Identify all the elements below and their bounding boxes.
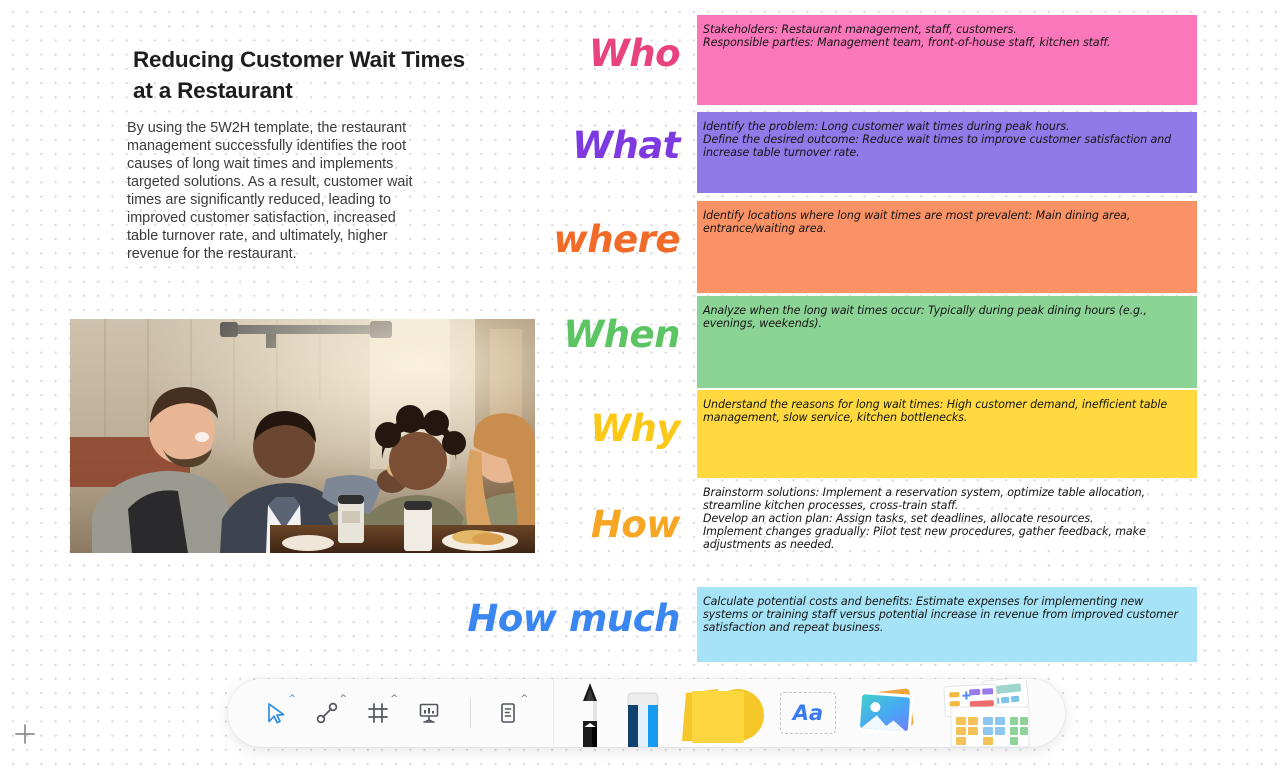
sticky-note-icon: [682, 689, 764, 743]
image-icon: [857, 688, 914, 735]
pencil-tool[interactable]: [570, 679, 610, 747]
document-icon: [501, 703, 515, 723]
intro-paragraph: By using the 5W2H template, the restaura…: [127, 120, 413, 262]
card-text-who: Stakeholders: Restaurant management, sta…: [703, 23, 1111, 50]
text-tool-box[interactable]: Aa: [780, 692, 836, 734]
plus-icon: [15, 724, 35, 744]
card-where[interactable]: Identify locations where long wait times…: [697, 201, 1197, 293]
label-who: Who: [588, 32, 681, 75]
whiteboard-toolbar: ^ ^ ^ ^ Aa: [228, 679, 1065, 747]
card-text-how: Brainstorm solutions: Implement a reserv…: [703, 486, 1146, 552]
select-tool-chevron-icon[interactable]: ^: [288, 695, 296, 704]
card-text-when: Analyze when the long wait times occur: …: [703, 304, 1147, 331]
connector-tool-chevron-icon[interactable]: ^: [339, 695, 347, 704]
text-tool-label: Aa: [792, 701, 824, 725]
card-who[interactable]: Stakeholders: Restaurant management, sta…: [697, 15, 1197, 105]
connector-icon: [316, 702, 338, 724]
document-tool[interactable]: ^: [488, 692, 528, 734]
template-tool[interactable]: [936, 679, 1036, 747]
eraser-tool[interactable]: [620, 679, 666, 747]
cursor-icon: [267, 702, 284, 724]
toolbar-content-tools: Aa: [554, 679, 1036, 747]
frame-tool-chevron-icon[interactable]: ^: [390, 695, 398, 704]
text-tool[interactable]: Aa: [778, 679, 838, 747]
presentation-icon: [419, 703, 439, 723]
label-when: When: [563, 313, 680, 356]
connector-tool[interactable]: ^: [307, 692, 347, 734]
presentation-tool[interactable]: [409, 692, 449, 734]
document-tool-chevron-icon[interactable]: ^: [520, 695, 528, 704]
pencil-icon: [583, 683, 597, 747]
label-how-much: How much: [467, 597, 680, 640]
label-why: Why: [590, 407, 680, 450]
template-icon: [943, 679, 1030, 747]
toolbar-separator: [470, 698, 471, 728]
question-labels-column: Who What where When Why How How much: [380, 0, 690, 680]
label-how: How: [590, 503, 681, 546]
card-how-much[interactable]: Calculate potential costs and benefits: …: [697, 587, 1197, 662]
sticky-note-tool[interactable]: [676, 679, 768, 747]
card-why[interactable]: Understand the reasons for long wait tim…: [697, 390, 1197, 478]
eraser-icon: [627, 692, 659, 747]
card-what[interactable]: Identify the problem: Long customer wait…: [697, 112, 1197, 193]
select-tool[interactable]: ^: [256, 692, 296, 734]
toolbar-primary-tools: ^ ^ ^ ^: [228, 679, 528, 747]
card-how[interactable]: Brainstorm solutions: Implement a reserv…: [697, 478, 1197, 584]
card-text-where: Identify locations where long wait times…: [703, 209, 1131, 236]
add-button[interactable]: [14, 723, 36, 745]
frame-icon: [368, 703, 388, 723]
label-where: where: [553, 218, 681, 261]
image-tool[interactable]: [848, 679, 926, 747]
frame-tool[interactable]: ^: [358, 692, 398, 734]
card-text-how-much: Calculate potential costs and benefits: …: [703, 595, 1178, 635]
card-text-why: Understand the reasons for long wait tim…: [703, 398, 1168, 425]
card-when[interactable]: Analyze when the long wait times occur: …: [697, 296, 1197, 388]
label-what: What: [572, 124, 680, 167]
card-text-what: Identify the problem: Long customer wait…: [703, 120, 1172, 160]
